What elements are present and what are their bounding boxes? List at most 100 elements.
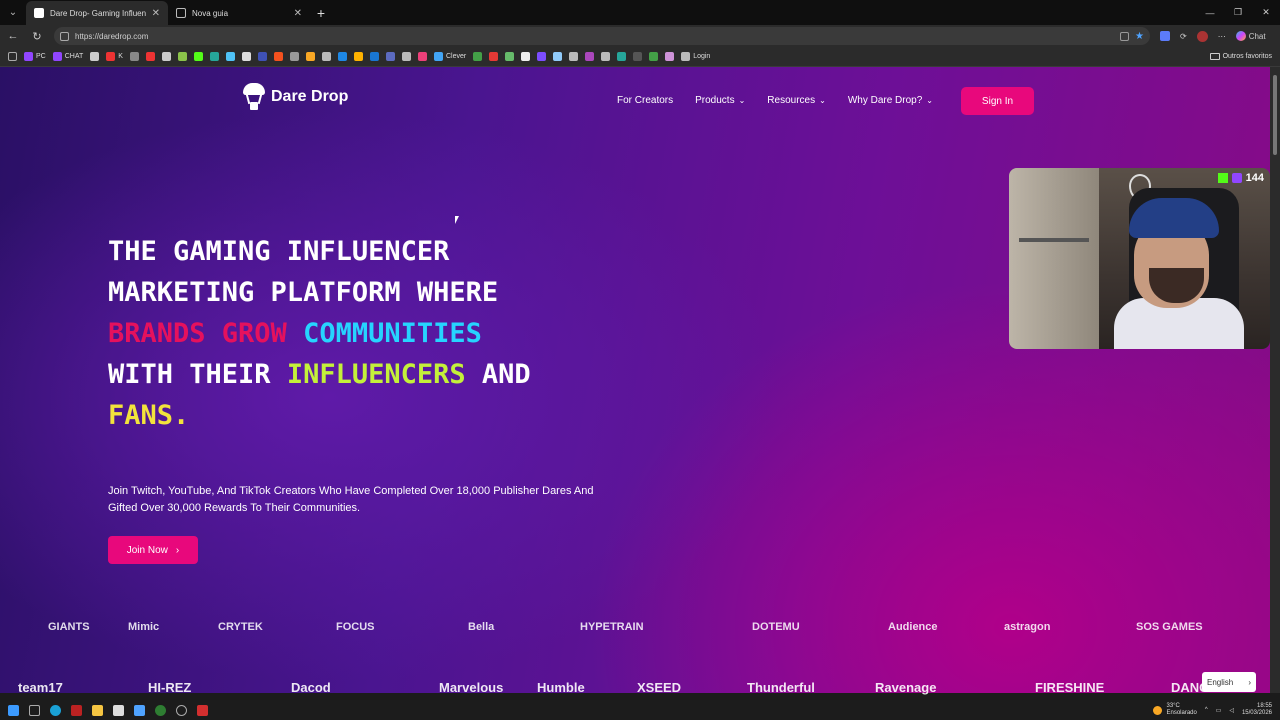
bookmark-item[interactable] bbox=[209, 52, 219, 61]
tab-list-button[interactable]: ⌄ bbox=[0, 0, 26, 25]
bookmark-item[interactable] bbox=[489, 52, 499, 61]
bookmark-item[interactable] bbox=[417, 52, 427, 61]
site-nav: For Creators Products ⌄ Resources ⌄ Why Da… bbox=[617, 95, 933, 106]
bookmark-item[interactable] bbox=[369, 52, 379, 61]
window-controls: — ❐ ✕ bbox=[1196, 0, 1280, 25]
close-tab-icon[interactable]: ✕ bbox=[294, 8, 302, 19]
bookmark-item[interactable]: PC bbox=[24, 52, 46, 61]
copilot-icon bbox=[1235, 31, 1246, 41]
nav-resources[interactable]: Resources ⌄ bbox=[767, 95, 826, 106]
bookmark-item[interactable] bbox=[129, 52, 139, 61]
bookmark-item[interactable] bbox=[553, 52, 563, 61]
bookmark-item[interactable] bbox=[273, 52, 283, 61]
partner-logo: FOCUS bbox=[336, 621, 375, 633]
file-explorer-icon[interactable] bbox=[92, 704, 103, 716]
bookmark-item[interactable] bbox=[177, 52, 187, 61]
volume-icon[interactable]: ◁ bbox=[1229, 707, 1234, 714]
bookmark-item[interactable] bbox=[289, 52, 299, 61]
nav-for-creators[interactable]: For Creators bbox=[617, 95, 673, 106]
bookmark-item[interactable] bbox=[337, 52, 347, 61]
bookmark-item[interactable] bbox=[665, 52, 675, 61]
tab-daredrop[interactable]: Dare Drop- Gaming Influencer Ma ✕ bbox=[26, 1, 168, 25]
xbox-icon[interactable] bbox=[155, 704, 166, 716]
page-scrollbar[interactable] bbox=[1270, 67, 1280, 693]
copilot-chat-button[interactable]: Chat bbox=[1235, 31, 1266, 41]
bookmark-item[interactable] bbox=[321, 52, 331, 61]
tab-nova-guia[interactable]: Nova guia ✕ bbox=[168, 1, 310, 25]
app-red-icon[interactable] bbox=[71, 704, 82, 716]
daredrop-logo[interactable]: Dare Drop bbox=[243, 83, 348, 111]
edge-icon[interactable] bbox=[50, 704, 61, 716]
bookmark-item[interactable]: CHAT bbox=[52, 52, 83, 61]
close-tab-icon[interactable]: ✕ bbox=[152, 8, 160, 19]
bookmark-item[interactable] bbox=[569, 52, 579, 61]
tray-chevron-up-icon[interactable]: ^ bbox=[1205, 707, 1208, 713]
clock[interactable]: 18:55 15/03/2026 bbox=[1242, 703, 1272, 717]
site-info-icon[interactable] bbox=[60, 31, 69, 41]
weather-widget[interactable]: 33°C Ensolarado bbox=[1153, 703, 1197, 717]
hero-communities: COMMUNITIES bbox=[303, 318, 482, 349]
close-window-icon[interactable]: ✕ bbox=[1252, 0, 1280, 25]
other-favorites-folder[interactable]: Outros favoritos bbox=[1209, 53, 1272, 60]
bookmark-item[interactable] bbox=[225, 52, 235, 61]
new-tab-favicon-icon bbox=[176, 8, 186, 18]
bookmark-item[interactable] bbox=[585, 52, 595, 61]
windows-start-icon[interactable] bbox=[8, 704, 19, 716]
bookmark-item[interactable] bbox=[505, 52, 515, 61]
bookmark-item[interactable] bbox=[145, 52, 155, 61]
favorite-star-icon[interactable]: ★ bbox=[1135, 31, 1144, 41]
language-selector[interactable]: English › bbox=[1202, 672, 1256, 692]
bookmark-item[interactable] bbox=[90, 52, 100, 61]
bookmark-item[interactable] bbox=[617, 52, 627, 61]
maximize-icon[interactable]: ❐ bbox=[1224, 0, 1252, 25]
bookmark-favicon-icon bbox=[273, 52, 283, 61]
nav-products[interactable]: Products ⌄ bbox=[695, 95, 745, 106]
task-view-icon[interactable] bbox=[29, 704, 40, 716]
bookmark-item[interactable]: Clever bbox=[433, 52, 466, 61]
bookmark-item[interactable] bbox=[385, 52, 395, 61]
nav-why-dare-drop[interactable]: Why Dare Drop? ⌄ bbox=[848, 95, 933, 106]
join-now-button[interactable]: Join Now › bbox=[108, 536, 198, 564]
bookmark-item[interactable] bbox=[401, 52, 411, 61]
bookmark-item[interactable] bbox=[633, 52, 643, 61]
bookmark-favicon-icon bbox=[649, 52, 659, 61]
read-aloud-icon[interactable] bbox=[1120, 31, 1129, 41]
profile-avatar[interactable] bbox=[1196, 30, 1208, 42]
bookmark-item[interactable] bbox=[161, 52, 171, 61]
browser-tab-strip: ⌄ Dare Drop- Gaming Influencer Ma ✕ Nova… bbox=[0, 0, 1280, 25]
sign-in-button[interactable]: Sign In bbox=[961, 87, 1034, 115]
bookmark-item[interactable] bbox=[353, 52, 363, 61]
bookmark-item[interactable]: Login bbox=[681, 52, 710, 61]
extension-shield-icon[interactable] bbox=[1160, 31, 1170, 41]
bookmark-item[interactable] bbox=[241, 52, 251, 61]
bookmark-item[interactable] bbox=[473, 52, 483, 61]
bookmark-favicon-icon bbox=[129, 52, 139, 61]
scrollbar-thumb[interactable] bbox=[1273, 75, 1277, 155]
minimize-icon[interactable]: — bbox=[1196, 0, 1224, 25]
more-menu-icon[interactable]: ⋯ bbox=[1218, 32, 1226, 41]
extension-refresh-icon[interactable]: ⟳ bbox=[1180, 32, 1187, 41]
bookmark-favicon-icon bbox=[90, 52, 100, 61]
reload-icon[interactable]: ↻ bbox=[30, 30, 44, 43]
bookmark-favicon-icon bbox=[289, 52, 299, 61]
bookmark-item[interactable] bbox=[257, 52, 267, 61]
bookmark-item[interactable] bbox=[537, 52, 547, 61]
partner-logo: XSEED bbox=[637, 680, 682, 695]
bookmark-item[interactable]: K bbox=[106, 52, 123, 61]
app-x-icon[interactable] bbox=[197, 704, 208, 716]
new-tab-button[interactable]: + bbox=[310, 1, 332, 25]
bookmark-item[interactable] bbox=[649, 52, 659, 61]
app-check-icon[interactable] bbox=[134, 704, 145, 716]
back-icon[interactable]: ← bbox=[6, 30, 20, 42]
store-icon[interactable] bbox=[113, 704, 124, 716]
partner-logo: FIRESHINE bbox=[1035, 680, 1105, 695]
bookmark-item[interactable] bbox=[305, 52, 315, 61]
network-icon[interactable]: ▭ bbox=[1216, 707, 1222, 714]
bookmark-item[interactable] bbox=[601, 52, 611, 61]
url-field[interactable]: https://daredrop.com ★ bbox=[54, 27, 1150, 45]
bookmarks-menu-icon[interactable] bbox=[8, 52, 17, 61]
bookmark-item[interactable] bbox=[193, 52, 203, 61]
bookmark-item[interactable] bbox=[521, 52, 531, 61]
settings-icon[interactable] bbox=[176, 704, 187, 716]
tab-title: Dare Drop- Gaming Influencer Ma bbox=[50, 8, 146, 18]
